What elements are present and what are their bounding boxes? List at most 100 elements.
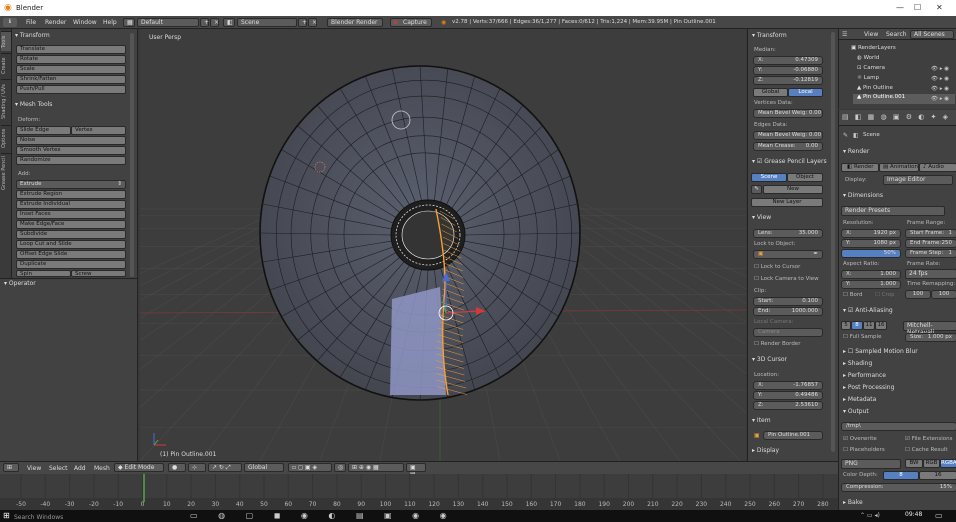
outliner-item-camera[interactable]: ⊡ Camera [857,65,885,71]
global-toggle[interactable]: Global [753,88,788,97]
spin-button[interactable]: Spin [16,270,71,277]
file-extensions-checkbox[interactable]: ☑ File Extensions [905,436,953,442]
mean-crease-field[interactable]: Mean Crease: 0.00 [753,142,823,151]
tab-options[interactable]: Options [1,125,11,151]
render-button[interactable]: ◧ Render [841,163,879,172]
vertex-slide-button[interactable]: Vertex [71,126,126,135]
taskbar-search[interactable]: Search Windows [14,514,63,521]
grease-scene-toggle[interactable]: Scene [751,173,787,182]
render-panel-header[interactable]: ▾ Render [843,148,869,155]
screw-button[interactable]: Screw [71,270,126,277]
cursor-y-field[interactable]: Y: 0.49486 [753,391,823,400]
render-preview-icons[interactable]: ▣ ▤ [406,463,426,478]
outliner-editor-icon[interactable]: ☰ [842,31,847,38]
aa-8-button[interactable]: 8 [851,321,863,330]
remove-layout-icon[interactable]: × [210,18,219,27]
local-camera-field[interactable]: Camera [753,328,823,337]
vp-menu-add[interactable]: Add [74,465,86,472]
torus-mesh[interactable] [259,65,581,401]
grease-object-toggle[interactable]: Object [787,173,823,182]
select-mode-icons[interactable]: ▫ ◻ ▣ ◈ [288,463,332,472]
full-sample-checkbox[interactable]: ☐ Full Sample [843,334,881,340]
metadata-header[interactable]: ▸ Metadata [843,396,876,403]
add-scene-icon[interactable]: + [298,18,307,27]
depth-16-toggle[interactable]: 16 [919,471,956,480]
minimize-button[interactable]: — [896,3,904,12]
orientation-select[interactable]: Global [244,463,284,472]
smooth-vertex-button[interactable]: Smooth Vertex [16,146,126,155]
vp-menu-select[interactable]: Select [49,465,68,472]
maximize-button[interactable]: ☐ [914,3,921,12]
start-frame-field[interactable]: Start Frame: 1 [905,229,956,238]
3d-cursor-header[interactable]: ▾ 3D Cursor [752,356,787,363]
windows-start-icon[interactable]: ⊞ [3,511,10,520]
motion-blur-header[interactable]: ▸ ☐ Sampled Motion Blur [843,348,918,355]
duplicate-button[interactable]: Duplicate [16,260,126,269]
vp-menu-mesh[interactable]: Mesh [94,465,110,472]
end-frame-field[interactable]: End Frame: 250 [905,239,956,248]
pivot-select[interactable]: ⊹ [188,463,206,472]
edge-bevel-weight-field[interactable]: Mean Bevel Weig: 0.00 [753,131,823,140]
rgb-toggle[interactable]: RGB [923,459,940,468]
timeline-canvas[interactable]: -50 -40 -30 -20 -10 0 10 20 30 40 50 60 70 80 90 100 110… [0,474,838,510]
slide-edge-button[interactable]: Slide Edge [16,126,71,135]
render-engine-select[interactable]: Blender Render [327,18,383,27]
resolution-x-field[interactable]: X: 1920 px [841,229,901,238]
shading-header[interactable]: ▸ Shading [843,360,872,367]
menu-render[interactable]: Render [45,19,66,26]
loop-cut-slide-button[interactable]: Loop Cut and Slide [16,240,126,249]
viewport-editor-type-icon[interactable]: ⊞ [3,463,19,472]
median-y-field[interactable]: Y: -0.06880 [753,66,823,75]
aspect-y-field[interactable]: Y: 1.000 [841,280,901,289]
visibility-icons[interactable]: 👁 ▸ ◉ 👁 ▸ ◉ 👁 ▸ ◉ 👁 ▸ ◉ [931,64,949,104]
cache-result-checkbox[interactable]: ☐ Cache Result [905,447,948,453]
outliner-item-lamp[interactable]: ☼ Lamp [857,75,879,81]
dimensions-header[interactable]: ▾ Dimensions [843,192,883,199]
rgba-toggle[interactable]: RGBA [940,459,956,468]
item-name-field[interactable]: Pin Outline.001 [763,431,823,440]
render-border-checkbox[interactable]: ☐ Render Border [754,341,800,347]
screen-layout-icon[interactable]: ▦ [123,18,135,27]
border-checkbox[interactable]: ☐ Bord [843,292,862,298]
menu-file[interactable]: File [26,19,36,26]
aa-11-button[interactable]: 11 [863,321,875,330]
frame-rate-select[interactable]: 24 fps [905,269,956,279]
inset-faces-button[interactable]: Inset Faces [16,210,126,219]
vertex-bevel-weight-field[interactable]: Mean Bevel Weig: 0.00 [753,109,823,118]
info-editor-type-icon[interactable]: ℹ [3,18,17,27]
depth-8-toggle[interactable]: 8 [883,471,919,480]
aspect-x-field[interactable]: X: 1.000 [841,270,901,279]
scene-icon[interactable]: ◧ [223,18,235,27]
outliner-item-pin-outline[interactable]: ▲ Pin Outline [857,85,893,91]
cursor-z-field[interactable]: Z: 2.53610 [753,401,823,410]
lens-field[interactable]: Lens: 35.000 [753,229,823,238]
vp-menu-view[interactable]: View [27,465,41,472]
pencil-icon[interactable]: ✎ [751,185,762,194]
lock-object-field[interactable]: ▣ ✒ [753,250,823,259]
mesh-tools-panel-header[interactable]: ▾ Mesh Tools [15,101,52,108]
remap-new-field[interactable]: 100 [931,290,956,299]
aa-16-button[interactable]: 16 [875,321,887,330]
outliner-item-renderlayers[interactable]: ▣ RenderLayers [851,45,896,51]
new-grease-button[interactable]: New [763,185,823,194]
taskbar-app-icons[interactable]: ▭ ◍ ▢ ◼ ◉ ◐ ▤ ▣ ◉ ◉ [190,511,456,520]
noise-button[interactable]: Noise [16,136,126,145]
grease-pencil-header[interactable]: ▾ ☑ Grease Pencil Layers [752,158,827,165]
scene-field[interactable]: Scene [237,18,297,27]
tab-grease-pencil[interactable]: Grease Pencil [1,153,11,193]
tab-shading-uvs[interactable]: Shading / UVs [1,79,11,123]
extrude-region-button[interactable]: Extrude Region [16,190,126,199]
shading-select[interactable]: ● [168,463,186,472]
lock-camera-checkbox[interactable]: ☐ Lock Camera to View [754,276,819,282]
resolution-percent-slider[interactable]: 50% [841,249,901,258]
anti-aliasing-header[interactable]: ▾ ☑ Anti-Aliasing [843,307,893,314]
context-tab-icons[interactable]: ▤ ◧ ▦ ◍ ▣ ⚙ ◐ ✦ ◈ [842,113,950,121]
overwrite-checkbox[interactable]: ☑ Overwrite [843,436,877,442]
bw-toggle[interactable]: BW [905,459,923,468]
clip-end-field[interactable]: End: 1000.000 [753,307,823,316]
compression-slider[interactable]: Compression: 15% [841,483,956,492]
eyedropper-icon[interactable]: ✒ [813,251,818,258]
extrude-button[interactable]: Extrude ⇕ [16,180,126,189]
viewport-canvas[interactable] [0,29,956,462]
performance-header[interactable]: ▸ Performance [843,372,886,379]
